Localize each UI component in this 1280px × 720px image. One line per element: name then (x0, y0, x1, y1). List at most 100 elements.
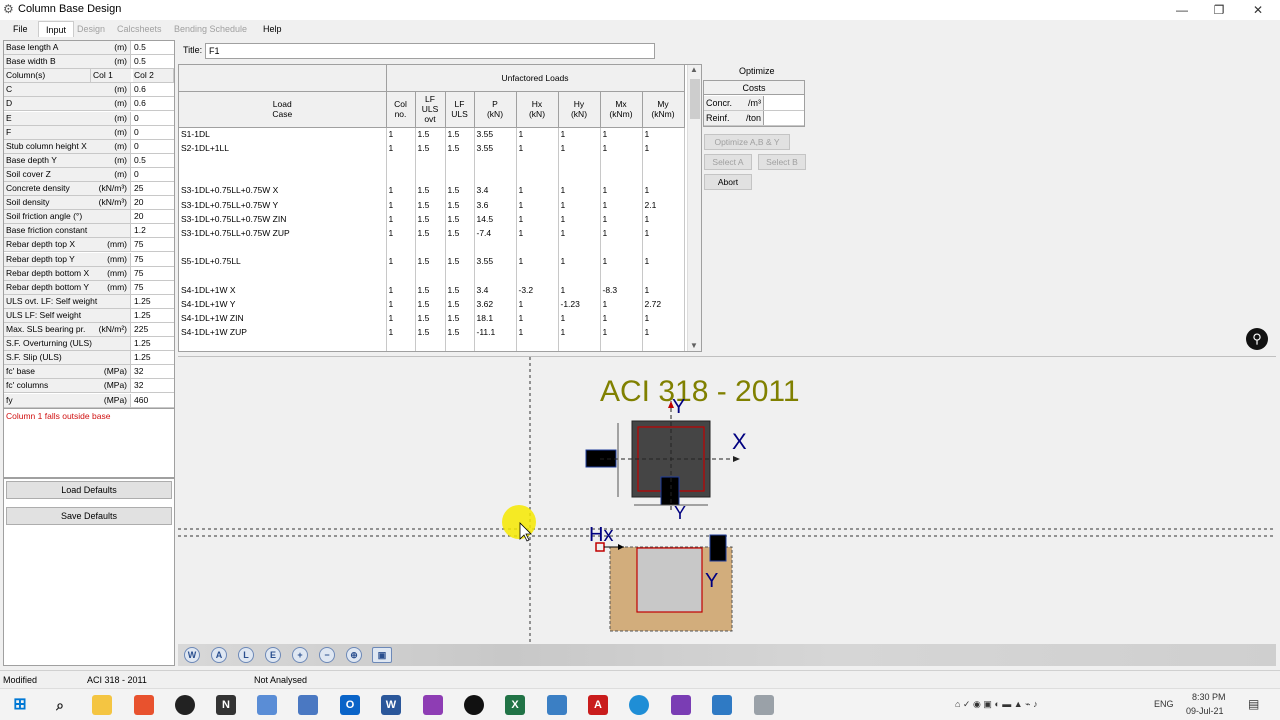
grid-cell[interactable] (415, 155, 446, 170)
select-b-button[interactable]: Select B (758, 154, 806, 170)
notifications-icon[interactable]: ▤ (1248, 697, 1259, 711)
grid-cell[interactable] (600, 268, 643, 284)
param-row[interactable]: Concrete density (kN/m³) 25 (4, 182, 174, 197)
grid-cell[interactable] (474, 155, 517, 170)
param-row[interactable]: E (m) 0 (4, 111, 174, 126)
grid-cell[interactable]: 1 (642, 141, 685, 156)
param-value[interactable]: 32 (133, 365, 172, 378)
param-row[interactable]: fc' base (MPa) 32 (4, 365, 174, 380)
grid-cell[interactable]: S4-1DL+1W X (179, 283, 387, 298)
grid-cell[interactable]: 1 (516, 297, 559, 312)
param-value[interactable]: 0.6 (133, 83, 172, 96)
grid-cell[interactable]: 1.5 (445, 141, 475, 156)
table-row[interactable] (179, 339, 685, 351)
grid-cell[interactable]: 1.5 (445, 254, 475, 269)
grid-cell[interactable] (474, 339, 517, 351)
grid-cell[interactable]: S3-1DL+0.75LL+0.75W ZIN (179, 212, 387, 227)
pan-icon[interactable]: ⊕ (346, 647, 362, 663)
grid-cell[interactable] (415, 339, 446, 351)
save-defaults-button[interactable]: Save Defaults (6, 507, 172, 525)
grid-cell[interactable]: 2.1 (642, 197, 685, 213)
grid-cell[interactable] (558, 339, 601, 351)
grid-cell[interactable]: 18.1 (474, 311, 517, 326)
grid-cell[interactable] (415, 240, 446, 255)
grid-cell[interactable] (558, 240, 601, 255)
grid-cell[interactable]: 1 (642, 311, 685, 326)
grid-cell[interactable]: 1.5 (415, 283, 446, 298)
excel-icon[interactable]: X (505, 695, 525, 715)
grid-cell[interactable]: 1 (642, 226, 685, 241)
zoom-window-icon[interactable]: W (184, 647, 200, 663)
grid-cell[interactable]: 1 (558, 325, 601, 340)
param-row[interactable]: Base depth Y (m) 0.5 (4, 153, 174, 168)
optimize-button[interactable]: Optimize A,B & Y (704, 134, 790, 150)
grid-cell[interactable]: 1 (600, 297, 643, 312)
notepad-icon[interactable] (298, 695, 318, 715)
grid-scrollbar[interactable]: ▲ ▼ (687, 65, 701, 351)
file-explorer-icon[interactable] (92, 695, 112, 715)
grid-cell[interactable]: 1 (600, 311, 643, 326)
abort-button[interactable]: Abort (704, 174, 752, 190)
grid-cell[interactable] (642, 155, 685, 170)
grid-cell[interactable]: 2.72 (642, 297, 685, 312)
param-row[interactable]: Soil density (kN/m³) 20 (4, 196, 174, 211)
grid-cell[interactable]: 1.5 (415, 297, 446, 312)
param-row[interactable]: Base friction constant 1.2 (4, 224, 174, 239)
obs-icon[interactable] (175, 695, 195, 715)
outlook-icon[interactable]: O (340, 695, 360, 715)
table-row[interactable]: S4-1DL+1W ZUP 1 1.5 1.5 -11.1 1 1 1 1 (179, 325, 685, 340)
grid-cell[interactable]: 1 (386, 141, 416, 156)
param-value[interactable]: 0 (133, 140, 172, 153)
grid-cell[interactable]: S5-1DL+0.75LL (179, 254, 387, 269)
grid-cell[interactable] (179, 339, 387, 351)
grid-cell[interactable]: 1.5 (415, 212, 446, 227)
param-row[interactable]: F (m) 0 (4, 125, 174, 140)
grid-cell[interactable]: 1 (516, 325, 559, 340)
grid-cell[interactable]: 1.5 (415, 141, 446, 156)
app-icon-2[interactable] (257, 695, 277, 715)
param-value[interactable]: 0 (133, 168, 172, 181)
grid-cell[interactable]: S4-1DL+1W ZUP (179, 325, 387, 340)
grid-cell[interactable]: -1.23 (558, 297, 601, 312)
grid-cell[interactable]: 1.5 (445, 197, 475, 213)
drawing-canvas[interactable]: ACI 318 - 2011 X Y Y Hx Y (178, 356, 1276, 666)
grid-cell[interactable]: 1.5 (415, 311, 446, 326)
language-indicator[interactable]: ENG (1154, 699, 1174, 709)
param-value[interactable]: 0.5 (133, 41, 172, 54)
param-value[interactable]: 75 (133, 267, 172, 280)
grid-cell[interactable]: S3-1DL+0.75LL+0.75W X (179, 183, 387, 198)
grid-cell[interactable] (386, 240, 416, 255)
menu-help[interactable]: Help (256, 21, 289, 37)
grid-cell[interactable]: 1 (386, 254, 416, 269)
grid-cell[interactable] (445, 268, 475, 284)
param-value[interactable]: 1.2 (133, 224, 172, 237)
param-value[interactable]: 225 (133, 323, 172, 336)
table-row[interactable] (179, 169, 685, 184)
param-value[interactable]: 20 (133, 210, 172, 223)
grid-cell[interactable] (600, 169, 643, 184)
grid-cell[interactable] (516, 240, 559, 255)
grid-cell[interactable]: 1.5 (445, 283, 475, 298)
grid-cell[interactable]: 1 (600, 325, 643, 340)
grid-cell[interactable]: 1 (642, 254, 685, 269)
grid-cell[interactable]: 1 (600, 183, 643, 198)
app-icon-4[interactable] (464, 695, 484, 715)
grid-cell[interactable]: 1 (386, 183, 416, 198)
grid-cell[interactable]: 1 (642, 212, 685, 227)
grid-cell[interactable] (600, 339, 643, 351)
grid-cell[interactable]: 1 (558, 283, 601, 298)
grid-cell[interactable]: 1.5 (415, 254, 446, 269)
scroll-up-icon[interactable]: ▲ (690, 65, 698, 74)
grid-cell[interactable] (642, 268, 685, 284)
grid-cell[interactable]: 1 (558, 226, 601, 241)
param-row[interactable]: Base length A (m) 0.5 (4, 41, 174, 56)
location-pin-icon[interactable]: ⚲ (1246, 328, 1268, 350)
grid-cell[interactable]: 1.5 (415, 325, 446, 340)
app-icon-5[interactable] (547, 695, 567, 715)
param-row[interactable]: S.F. Slip (ULS) 1.25 (4, 351, 174, 366)
param-value[interactable]: 75 (133, 253, 172, 266)
table-row[interactable]: S3-1DL+0.75LL+0.75W ZUP 1 1.5 1.5 -7.4 1 1 1 1 (179, 226, 685, 241)
concrete-cost-row[interactable]: Concr. /m³ (704, 96, 804, 111)
grid-cell[interactable]: 1 (386, 226, 416, 241)
print-icon[interactable]: ▣ (372, 647, 392, 663)
